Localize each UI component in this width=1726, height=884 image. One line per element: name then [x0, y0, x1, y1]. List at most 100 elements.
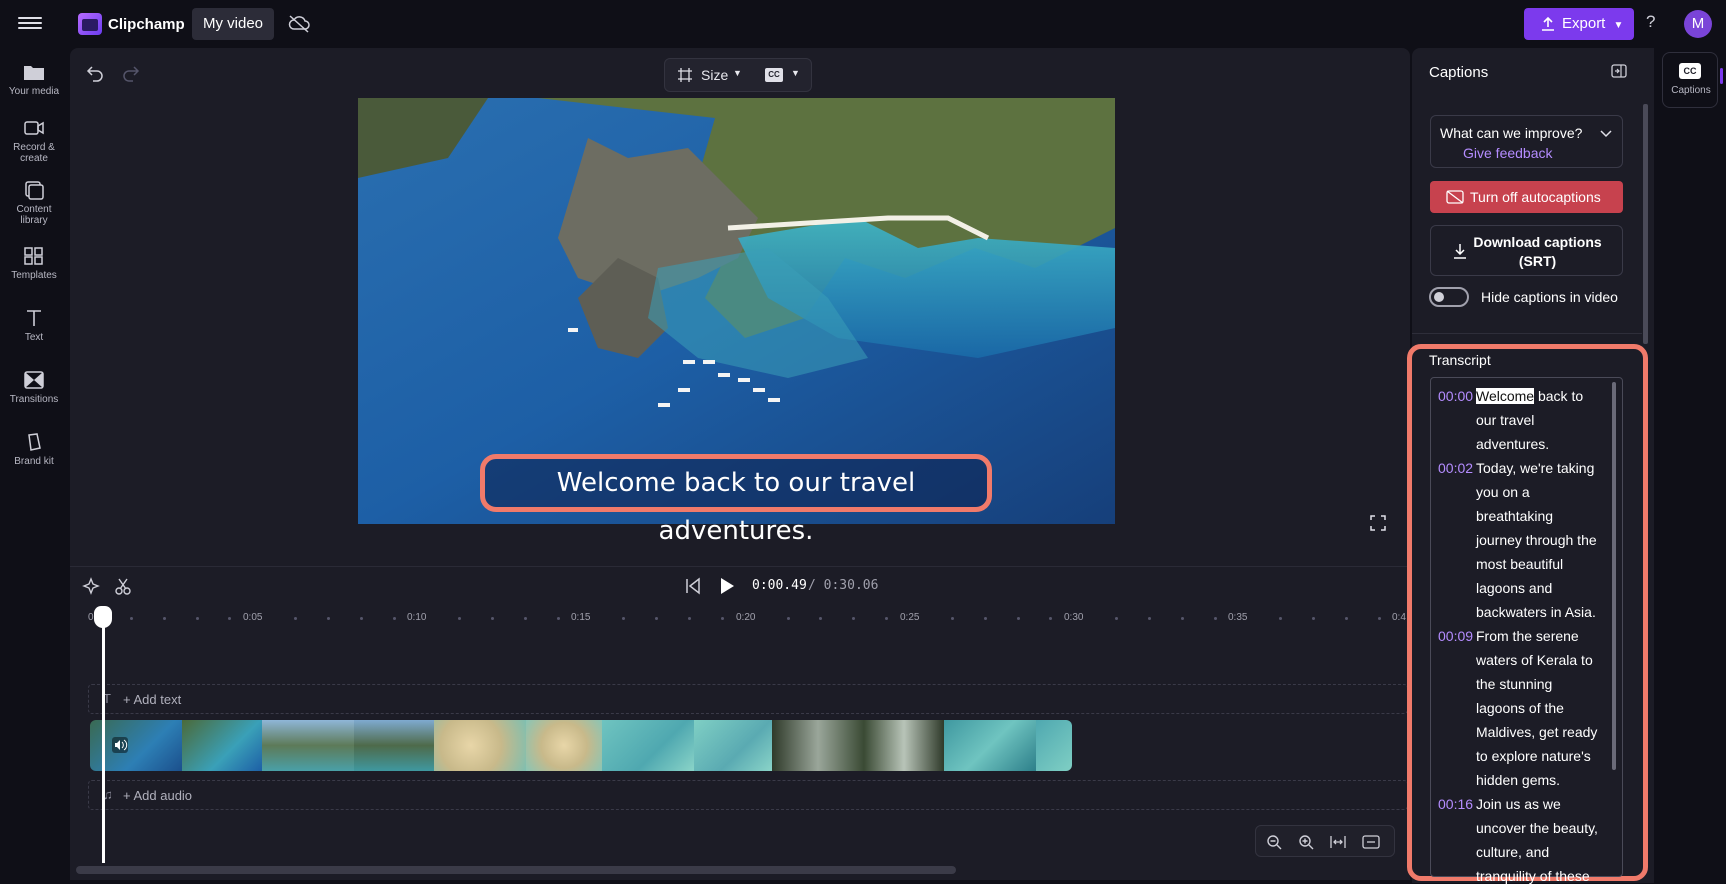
- transcript-line[interactable]: you on a: [1476, 484, 1530, 500]
- transcript-line[interactable]: lagoons and: [1476, 580, 1552, 596]
- transcript-line[interactable]: hidden gems.: [1476, 772, 1560, 788]
- turn-off-autocaptions-button[interactable]: Turn off autocaptions: [1430, 181, 1623, 213]
- rail-record-create[interactable]: Record & create: [0, 118, 68, 164]
- tick-label: 0:10: [407, 612, 427, 623]
- rail-label: library: [20, 215, 48, 226]
- redo-icon[interactable]: [122, 64, 140, 82]
- clip-thumbnail[interactable]: [182, 720, 262, 771]
- transcript-line[interactable]: tranquility of these: [1476, 868, 1590, 884]
- clip-thumbnail[interactable]: [694, 720, 772, 771]
- give-feedback-link[interactable]: Give feedback: [1463, 145, 1553, 161]
- menu-icon[interactable]: [18, 14, 42, 34]
- clip-thumbnail[interactable]: [772, 720, 864, 771]
- text-icon: [27, 310, 41, 326]
- help-icon[interactable]: ?: [1646, 12, 1664, 34]
- tick-dot: [556, 617, 560, 620]
- add-audio-button[interactable]: + Add audio: [123, 788, 192, 803]
- skip-back-icon[interactable]: [684, 577, 702, 595]
- transcript-timestamp[interactable]: 00:02: [1438, 460, 1473, 476]
- rail-brand-kit[interactable]: Brand kit: [0, 432, 68, 467]
- clip-thumbnail[interactable]: [1036, 720, 1072, 771]
- volume-icon[interactable]: [112, 737, 128, 753]
- rail-text[interactable]: Text: [0, 308, 68, 343]
- zoom-out-icon[interactable]: [1266, 834, 1282, 850]
- transcript-line[interactable]: Maldives, get ready: [1476, 724, 1597, 740]
- collapse-panel-icon[interactable]: [1611, 64, 1627, 78]
- audio-track[interactable]: ♫ + Add audio: [88, 780, 1408, 810]
- sparkle-icon[interactable]: [82, 577, 100, 595]
- timeline-scrollbar[interactable]: [76, 866, 956, 874]
- transcript-timestamp[interactable]: 00:16: [1438, 796, 1473, 812]
- transcript-line[interactable]: Today, we're taking: [1476, 460, 1594, 476]
- rail-label: Brand kit: [14, 456, 54, 467]
- caption-overlay[interactable]: Welcome back to our travel adventures.: [480, 454, 992, 546]
- project-name[interactable]: My video: [192, 8, 274, 40]
- clip-thumbnail[interactable]: [434, 720, 526, 771]
- rail-transitions[interactable]: Transitions: [0, 370, 68, 405]
- top-bar: Clipchamp My video Export ▼ ? M: [0, 0, 1726, 48]
- tick-dot: [162, 617, 166, 620]
- play-icon[interactable]: [718, 576, 736, 596]
- transcript-line[interactable]: adventures.: [1476, 436, 1549, 452]
- text-track[interactable]: T + Add text: [88, 684, 1408, 714]
- rail-label: Record &: [13, 142, 55, 153]
- rail-label: Text: [24, 332, 44, 343]
- playhead[interactable]: [102, 608, 105, 863]
- rail-your-media[interactable]: Your media: [0, 62, 68, 97]
- clip-thumbnail[interactable]: [354, 720, 434, 771]
- brand-kit-icon: [28, 433, 41, 451]
- transcript-line[interactable]: backwaters in Asia.: [1476, 604, 1596, 620]
- captions-tab-label: Captions: [1671, 85, 1711, 96]
- rail-templates[interactable]: Templates: [0, 246, 68, 281]
- captions-tab[interactable]: CC Captions: [1662, 52, 1718, 108]
- transcript-line[interactable]: breathtaking: [1476, 508, 1553, 524]
- clip-thumbnail[interactable]: [602, 720, 694, 771]
- transcript-line[interactable]: to explore nature's: [1476, 748, 1591, 764]
- rail-content-library[interactable]: Content library: [0, 180, 68, 226]
- transcript-timestamp[interactable]: 00:09: [1438, 628, 1473, 644]
- fit-timeline-icon[interactable]: [1330, 834, 1346, 850]
- transcript-line[interactable]: Join us as we: [1476, 796, 1561, 812]
- clip-thumbnail[interactable]: [262, 720, 354, 771]
- transcript-timestamp[interactable]: 00:00: [1438, 388, 1473, 404]
- hide-captions-label: Hide captions in video: [1481, 289, 1618, 305]
- cc-icon: CC: [1679, 63, 1701, 79]
- expand-timeline-icon[interactable]: [1362, 834, 1380, 850]
- tick-dot: [950, 617, 954, 620]
- avatar[interactable]: M: [1684, 10, 1712, 38]
- size-button[interactable]: Size: [701, 67, 728, 83]
- panel-scrollbar[interactable]: [1643, 104, 1648, 344]
- feedback-dropdown[interactable]: What can we improve? Give feedback: [1430, 115, 1623, 168]
- export-button[interactable]: Export ▼: [1524, 8, 1634, 40]
- undo-icon[interactable]: [86, 64, 104, 82]
- fullscreen-icon[interactable]: [1370, 515, 1386, 531]
- clip-thumbnail[interactable]: [864, 720, 944, 771]
- hide-captions-toggle[interactable]: [1429, 287, 1469, 307]
- download-captions-button[interactable]: Download captions (SRT): [1430, 225, 1623, 276]
- transcript-line[interactable]: culture, and: [1476, 844, 1549, 860]
- feedback-question: What can we improve?: [1440, 125, 1583, 141]
- total-time: / 0:30.06: [808, 578, 879, 593]
- transcript-line[interactable]: lagoons of the: [1476, 700, 1564, 716]
- cc-icon[interactable]: CC: [765, 68, 783, 82]
- transcript-line[interactable]: our travel: [1476, 412, 1534, 428]
- playhead-handle[interactable]: [94, 606, 112, 628]
- zoom-in-icon[interactable]: [1298, 834, 1314, 850]
- transcript-line[interactable]: the stunning: [1476, 676, 1552, 692]
- transcript-line[interactable]: uncover the beauty,: [1476, 820, 1598, 836]
- transcript-scrollbar[interactable]: [1612, 382, 1616, 770]
- transcript-line[interactable]: most beautiful: [1476, 556, 1563, 572]
- scissors-icon[interactable]: [114, 577, 132, 595]
- video-track[interactable]: [90, 720, 1072, 771]
- tick-dot: [129, 617, 133, 620]
- add-text-button[interactable]: + Add text: [123, 692, 181, 707]
- transcript-line[interactable]: waters of Kerala to: [1476, 652, 1593, 668]
- library-icon: [25, 181, 44, 200]
- transcript-line[interactable]: From the serene: [1476, 628, 1579, 644]
- clip-thumbnail[interactable]: [526, 720, 602, 771]
- transcript-line[interactable]: Welcome back to: [1476, 388, 1583, 404]
- clip-thumbnail[interactable]: [944, 720, 1036, 771]
- cloud-off-icon[interactable]: [288, 14, 310, 34]
- transcript-line[interactable]: journey through the: [1476, 532, 1597, 548]
- download-label-2: (SRT): [1518, 253, 1557, 269]
